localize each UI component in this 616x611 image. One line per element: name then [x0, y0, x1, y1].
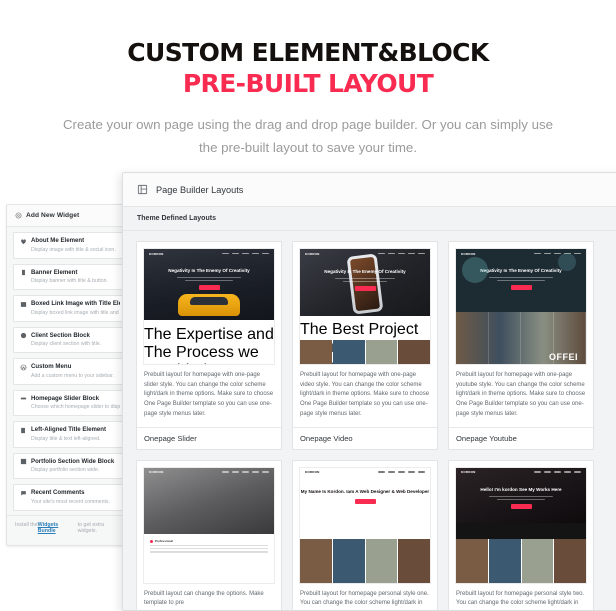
- layout-thumbnail[interactable]: KORDON Negativity Is The Enemy Of Creativ…: [455, 248, 587, 365]
- widget-list-item[interactable]: Boxed Link Image with Title Element Displ…: [13, 295, 127, 322]
- portfolio-icon: [20, 458, 27, 465]
- widget-item-description: Display title & text left-aligned.: [31, 435, 101, 442]
- widget-item-description: Display boxed link image with title and …: [31, 309, 120, 316]
- banner-icon: [20, 269, 27, 276]
- widget-item-name: Boxed Link Image with Title Element: [31, 300, 120, 307]
- layout-card[interactable]: KORDON Negativity Is The Enemy Of Creativ…: [136, 241, 282, 450]
- heart-icon: [20, 238, 27, 245]
- widget-list-item[interactable]: Left-Aligned Title Element Display title …: [13, 421, 127, 448]
- widgets-bundle-prefix: Install the: [15, 522, 38, 528]
- layout-card[interactable]: KORDON My Name Is Kordon. Iam A Web Desig…: [292, 459, 438, 610]
- page-builder-title: Page Builder Layouts: [156, 184, 244, 195]
- widget-list-item[interactable]: Banner Element Display banner with title …: [13, 263, 127, 290]
- theme-defined-layouts-label: Theme Defined Layouts: [123, 207, 616, 231]
- image-icon: [20, 301, 27, 308]
- layout-description: Prebuilt layout for homepage personal st…: [300, 590, 429, 607]
- page-subtitle: Create your own page using the drag and …: [62, 117, 554, 155]
- widgets-bundle-suffix: to get extra widgets.: [77, 522, 105, 534]
- add-new-widget-header: Add New Widget: [7, 205, 133, 227]
- widget-list-item[interactable]: Client Section Block Display client secti…: [13, 326, 127, 353]
- widget-list-item[interactable]: Recent Comments Your site's most recent c…: [13, 484, 127, 511]
- widget-list-item[interactable]: Homepage Slider Block Choose which homepa…: [13, 389, 127, 416]
- page-builder-titlebar: Page Builder Layouts: [123, 173, 616, 207]
- gear-icon: [15, 212, 22, 219]
- widget-item-description: Add a custom menu to your sidebar.: [31, 372, 115, 379]
- layout-thumbnail[interactable]: KORDON Professional: [143, 466, 275, 584]
- widget-item-description: Choose which homepage slider to display.: [31, 404, 120, 410]
- screenshot-stage: Add New Widget About Me Element Display i…: [0, 168, 616, 611]
- layout-name: Onepage Video: [293, 426, 437, 449]
- layout-thumbnail[interactable]: KORDON My Name Is Kordon. Iam A Web Desig…: [299, 466, 431, 584]
- wordpress-icon: [20, 364, 27, 371]
- widget-item-name: Custom Menu: [31, 363, 72, 370]
- layout-description: Prebuilt layout for homepage with one-pa…: [144, 372, 274, 417]
- layout-card[interactable]: KORDON Hello! I'm kordon See My Works Her…: [448, 459, 594, 610]
- widget-item-name: Banner Element: [31, 268, 78, 276]
- add-new-widget-label: Add New Widget: [26, 212, 80, 219]
- widget-item-name: Recent Comments: [31, 489, 85, 496]
- page-builder-window: Page Builder Layouts Theme Defined Layou…: [122, 172, 616, 611]
- comments-icon: [20, 490, 27, 497]
- widgets-bundle-footer: Install the Widgets Bundle to get extra …: [7, 515, 133, 545]
- layout-name: Onepage Youtube: [449, 426, 593, 449]
- widget-item-description: Display client section with title.: [31, 341, 102, 347]
- widget-item-name: Left-Aligned Title Element: [31, 426, 107, 433]
- widget-item-description: Display banner with title & button.: [31, 278, 108, 284]
- page-title: CUSTOM ELEMENT&BLOCK PRE-BUILT LAYOUT: [0, 38, 616, 99]
- layout-icon: [137, 184, 148, 195]
- layout-card-grid: KORDON Negativity Is The Enemy Of Creativ…: [123, 231, 616, 610]
- layout-description: Prebuilt layout for homepage with one-pa…: [456, 372, 586, 417]
- layout-description: Prebuilt layout can change the options. …: [144, 590, 264, 607]
- layout-description: Prebuilt layout for homepage with one-pa…: [300, 372, 430, 417]
- page-title-line2: PRE-BUILT LAYOUT: [182, 68, 434, 98]
- layout-card[interactable]: KORDON Negativity Is The Enemy Of Creativ…: [292, 241, 438, 450]
- widget-item-name: Portfolio Section Wide Block: [31, 457, 115, 465]
- layout-description: Prebuilt layout for homepage personal st…: [456, 590, 585, 607]
- layout-thumbnail[interactable]: KORDON Negativity Is The Enemy Of Creativ…: [299, 248, 431, 365]
- hero-section: CUSTOM ELEMENT&BLOCK PRE-BUILT LAYOUT Cr…: [0, 0, 616, 160]
- layout-card[interactable]: KORDON Professional Prebuilt layout can ch…: [136, 459, 282, 610]
- slider-icon: [20, 395, 27, 402]
- widget-list-item[interactable]: Portfolio Section Wide Block Display port…: [13, 452, 127, 479]
- add-new-widget-panel: Add New Widget About Me Element Display i…: [6, 204, 134, 546]
- widget-item-description: Your site's most recent comments.: [31, 498, 110, 505]
- widget-list-item[interactable]: Custom Menu Add a custom menu to your sid…: [13, 358, 127, 385]
- layout-thumbnail[interactable]: KORDON Negativity Is The Enemy Of Creativ…: [143, 248, 275, 365]
- widget-item-description: Display image with title & social icon.: [31, 246, 116, 253]
- widget-list: About Me Element Display image with title…: [7, 227, 133, 534]
- page-title-line1: CUSTOM ELEMENT&BLOCK: [127, 38, 489, 67]
- layout-thumbnail[interactable]: KORDON Hello! I'm kordon See My Works Her…: [455, 466, 587, 584]
- widget-item-description: Display portfolio section wide.: [31, 467, 100, 473]
- title-icon: [20, 427, 27, 434]
- widget-item-name: Homepage Slider Block: [31, 394, 100, 402]
- widgets-bundle-link[interactable]: Widgets Bundle: [38, 522, 78, 534]
- layout-card[interactable]: KORDON Negativity Is The Enemy Of Creativ…: [448, 241, 594, 450]
- layout-name: Onepage Slider: [137, 426, 281, 449]
- client-icon: [20, 332, 27, 339]
- widget-item-name: Client Section Block: [31, 331, 90, 339]
- widget-item-name: About Me Element: [31, 237, 85, 244]
- widget-list-item[interactable]: About Me Element Display image with title…: [13, 232, 127, 259]
